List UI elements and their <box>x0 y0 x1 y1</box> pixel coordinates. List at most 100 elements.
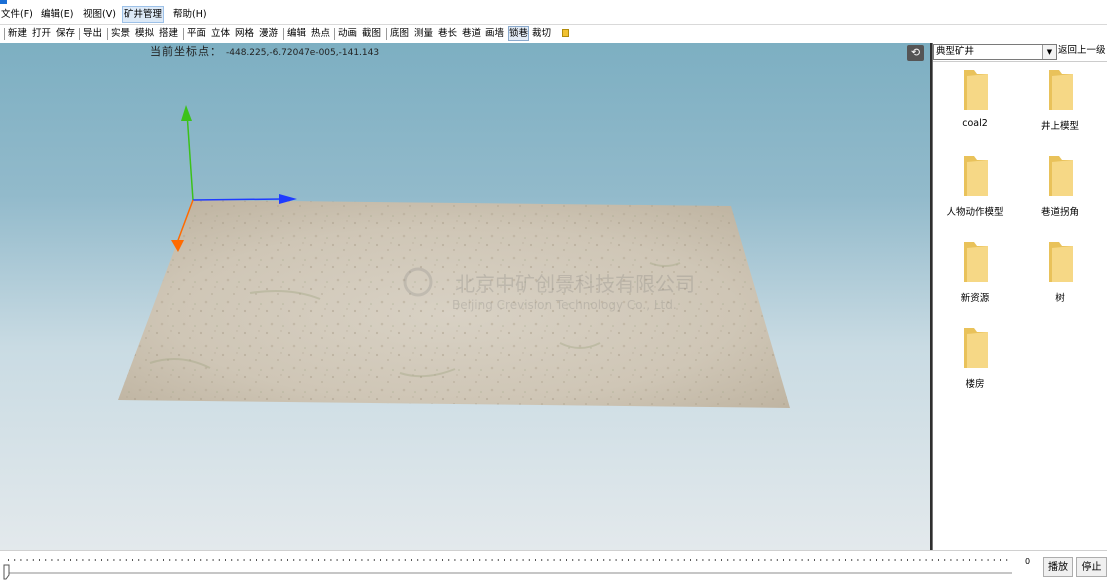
timeline-tick <box>603 559 605 561</box>
toolbar-separator <box>107 28 108 40</box>
timeline-tick <box>231 559 233 561</box>
timeline-tick <box>522 559 524 561</box>
menu-mine-management[interactable]: 矿井管理 <box>122 6 165 23</box>
timeline-tick <box>361 559 363 561</box>
timeline-tick <box>435 559 437 561</box>
timeline-tick <box>225 559 226 561</box>
resource-panel-header: 典型矿井 ▼ 返回上一级 <box>933 43 1107 62</box>
timeline-tick <box>882 559 884 561</box>
timeline-tick <box>652 559 654 561</box>
clip-button[interactable]: 裁切 <box>532 27 551 40</box>
timeline-tick <box>169 559 171 561</box>
toolbar-separator <box>283 28 284 40</box>
back-up-button[interactable]: 返回上一级 <box>1058 44 1106 58</box>
timeline-tick <box>950 559 952 561</box>
timeline-tick <box>900 559 902 561</box>
edit-button[interactable]: 编辑 <box>287 27 306 40</box>
timeline-tick <box>795 559 797 561</box>
3d-viewport[interactable]: 北京中矿创景科技有限公司 Beijing Crevision Technolog… <box>0 43 930 550</box>
timeline-tick <box>442 559 443 561</box>
folder-icon <box>964 156 988 196</box>
timeline-tick <box>305 559 307 561</box>
timeline-slider[interactable] <box>0 551 1030 582</box>
roam-button[interactable]: 漫游 <box>259 27 278 40</box>
timeline-tick <box>535 559 536 561</box>
simulate-button[interactable]: 模拟 <box>135 27 154 40</box>
folder-icon <box>1049 70 1073 110</box>
grid-button[interactable]: 网格 <box>235 27 254 40</box>
toolbar-separator <box>79 28 80 40</box>
folder-item[interactable]: 人物动作模型 <box>940 154 1010 234</box>
hotspot-button[interactable]: 热点 <box>311 27 330 40</box>
folder-item[interactable]: 井上模型 <box>1025 68 1095 148</box>
timeline-tick <box>528 559 530 561</box>
title-strip <box>0 0 1107 6</box>
timeline-tick <box>628 559 629 561</box>
folder-item[interactable]: 楼房 <box>940 326 1010 406</box>
timeline-tick <box>1000 559 1001 561</box>
menu-file[interactable]: 文件(F) <box>0 7 34 22</box>
timeline-tick <box>349 559 350 561</box>
build-button[interactable]: 搭建 <box>159 27 178 40</box>
timeline-tick <box>876 559 877 561</box>
save-button[interactable]: 保存 <box>56 27 75 40</box>
lock-tunnel-button[interactable]: 锁巷 <box>507 26 530 41</box>
folder-item[interactable]: coal2 <box>940 68 1010 148</box>
timeline-tick <box>194 559 195 561</box>
timeline-tick <box>39 559 40 561</box>
menu-help[interactable]: 帮助(H) <box>172 7 208 22</box>
timeline-tick <box>423 559 425 561</box>
timeline-tick <box>845 559 846 561</box>
timeline-tick <box>411 559 412 561</box>
open-button[interactable]: 打开 <box>32 27 51 40</box>
back-up-label: 返回上一级 <box>1058 45 1106 56</box>
draw-wall-button[interactable]: 画墙 <box>485 27 504 40</box>
timeline-tick <box>386 559 388 561</box>
reset-view-icon[interactable]: ⟲ <box>907 45 924 61</box>
scene-canvas[interactable]: 北京中矿创景科技有限公司 Beijing Crevision Technolog… <box>0 43 930 550</box>
folder-icon <box>1049 156 1073 196</box>
play-button[interactable]: 播放 <box>1043 557 1073 577</box>
menu-view[interactable]: 视图(V) <box>82 7 117 22</box>
timeline-tick <box>696 559 698 561</box>
new-button[interactable]: 新建 <box>8 27 27 40</box>
menu-bar: 文件(F) 编辑(E) 视图(V) 矿井管理 帮助(H) <box>0 6 1107 23</box>
watermark-en: Beijing Crevision Technology Co., Ltd. <box>452 298 677 312</box>
plan-button[interactable]: 平面 <box>187 27 206 40</box>
timeline-tick <box>969 559 970 561</box>
export-button[interactable]: 导出 <box>83 27 102 40</box>
timeline-tick <box>714 559 716 561</box>
folder-item[interactable]: 巷道拐角 <box>1025 154 1095 234</box>
timeline-tick <box>497 559 499 561</box>
screenshot-button[interactable]: 截图 <box>362 27 381 40</box>
timeline-tick <box>931 559 933 561</box>
folder-item[interactable]: 树 <box>1025 240 1095 320</box>
extra-tool-icon[interactable] <box>562 29 569 37</box>
timeline-tick <box>783 559 784 561</box>
timeline-tick <box>163 559 164 561</box>
toolbar-separator <box>334 28 335 40</box>
stop-button[interactable]: 停止 <box>1076 557 1107 577</box>
folder-label: 井上模型 <box>1040 121 1079 132</box>
basemap-button[interactable]: 底图 <box>390 27 409 40</box>
animation-button[interactable]: 动画 <box>338 27 357 40</box>
folder-item[interactable]: 新资源 <box>940 240 1010 320</box>
timeline-tick <box>609 559 611 561</box>
menu-edit[interactable]: 编辑(E) <box>40 7 74 22</box>
category-select[interactable]: 典型矿井 ▼ <box>933 44 1057 60</box>
tunnel-length-button[interactable]: 巷长 <box>438 27 457 40</box>
folder-label: 人物动作模型 <box>946 207 1004 218</box>
timeline-tick <box>367 559 369 561</box>
tunnel-button[interactable]: 巷道 <box>462 27 481 40</box>
3d-button[interactable]: 立体 <box>211 27 230 40</box>
realscene-button[interactable]: 实景 <box>111 27 130 40</box>
timeline-tick <box>541 559 543 561</box>
timeline-tick <box>138 559 140 561</box>
measure-button[interactable]: 测量 <box>414 27 433 40</box>
timeline-tick <box>63 559 65 561</box>
x-axis <box>192 198 284 201</box>
chevron-down-icon[interactable]: ▼ <box>1042 45 1056 59</box>
timeline-tick <box>243 559 245 561</box>
timeline-tick <box>801 559 803 561</box>
timeline-tick <box>869 559 871 561</box>
